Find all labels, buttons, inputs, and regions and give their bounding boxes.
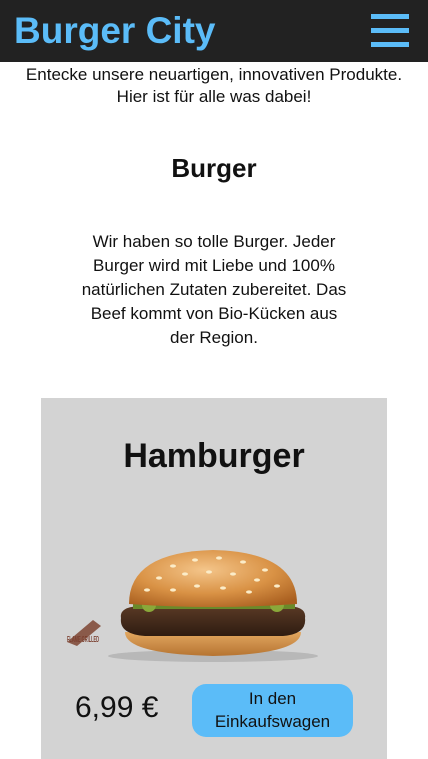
- svg-text:FLAME GRILLED: FLAME GRILLED: [67, 635, 99, 644]
- top-navigation-bar: Burger City: [0, 0, 428, 62]
- hamburger-image: FLAME GRILLED: [67, 550, 318, 662]
- section-title: Burger: [171, 153, 257, 183]
- intro-line: Entecke unsere neuartigen, innovativen P…: [25, 65, 403, 84]
- description-line: Burger wird mit Liebe und 100%: [93, 256, 335, 275]
- add-to-cart-label: In den: [248, 689, 297, 708]
- flame-grilled-badge-icon: FLAME GRILLED: [67, 620, 101, 646]
- add-to-cart-label: Einkaufswagen: [214, 712, 331, 731]
- intro-line: Hier ist für alle was dabei!: [116, 87, 312, 106]
- product-card: Hamburger FLAME GRILLED 6,99 € In den Ei…: [41, 398, 387, 759]
- hamburger-menu-icon[interactable]: [371, 13, 410, 49]
- description-line: Beef kommt von Bio-Kücken aus: [90, 304, 338, 323]
- description-line: natürlichen Zutaten zubereitet. Das: [81, 280, 347, 299]
- product-price: 6,99 €: [75, 691, 159, 724]
- intro-text: Entecke unsere neuartigen, innovativen P…: [0, 64, 428, 108]
- add-to-cart-button[interactable]: In den Einkaufswagen: [192, 684, 353, 737]
- brand-title[interactable]: Burger City: [14, 8, 215, 54]
- section-description: Wir haben so tolle Burger. Jeder Burger …: [64, 230, 364, 350]
- description-line: der Region.: [170, 328, 258, 347]
- description-line: Wir haben so tolle Burger. Jeder: [92, 232, 336, 251]
- product-name: Hamburger: [123, 437, 305, 475]
